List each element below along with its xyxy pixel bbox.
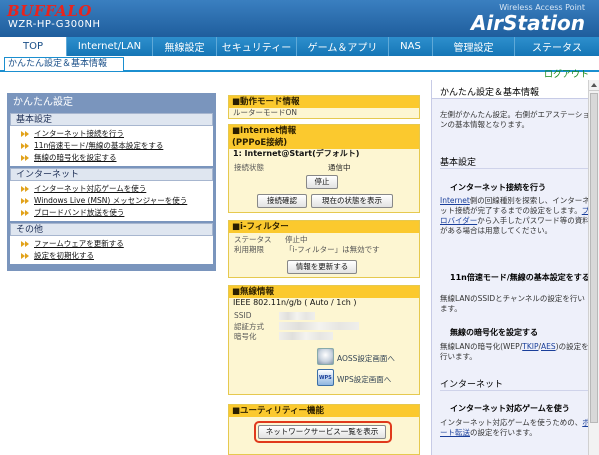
show-status-button[interactable]: 現在の状態を表示 (311, 194, 393, 208)
double-arrow-icon (21, 142, 29, 150)
ifilter-title: ■i-フィルター (229, 221, 419, 233)
help-item-games: インターネット対応ゲームを使う (450, 404, 570, 413)
quick-setup-panel: かんたん設定 基本設定 インターネット接続を行う 11n倍速モード/無線の基本設… (7, 93, 216, 271)
internet-info-panel: ■Internet情報 (PPPoE接続) 1: Internet@Start(… (228, 124, 420, 213)
mode-info-panel: ■動作モード情報 ルーターモードON (228, 95, 420, 119)
breadcrumb[interactable]: かんたん設定＆基本情報 (4, 57, 124, 71)
encryption-label: 暗号化 (234, 332, 257, 341)
conn-state-label: 接続状態 (234, 163, 264, 172)
scroll-thumb[interactable] (590, 93, 598, 423)
double-arrow-icon (21, 154, 29, 162)
help-sidebar: かんたん設定＆基本情報 左側がかんたん設定。右側がエアステーションの基本情報とな… (431, 80, 599, 455)
link-factory-reset[interactable]: 設定を初期化する (10, 250, 213, 262)
tab-game-apps[interactable]: ゲーム＆アプリ (297, 37, 389, 56)
connection-name: 1: Internet@Start(デフォルト) (233, 149, 360, 158)
help-item-encryption-text: 無線LANの暗号化(WEP/TKIP/AES)の設定を行います。 (440, 342, 589, 361)
tab-wireless[interactable]: 無線設定 (153, 37, 217, 56)
tab-nas[interactable]: NAS (389, 37, 433, 56)
double-arrow-icon (21, 130, 29, 138)
tab-status[interactable]: ステータス (515, 37, 599, 56)
double-arrow-icon (21, 252, 29, 260)
double-arrow-icon (21, 197, 29, 205)
tab-internet-lan[interactable]: Internet/LAN (67, 37, 153, 56)
help-sidebar-header: かんたん設定＆基本情報 (432, 80, 599, 99)
check-connection-button[interactable]: 接続確認 (257, 194, 307, 208)
help-item-internet-connect-text: Internet側の回線種別を探索し、インターネット接続が完了するまでの設定をし… (440, 196, 590, 235)
logout-link[interactable]: ログアウト (544, 67, 589, 80)
tab-admin[interactable]: 管理設定 (433, 37, 515, 56)
link-11n-wireless-basic[interactable]: 11n倍速モード/無線の基本設定をする (10, 140, 213, 152)
ifilter-period-label: 利用期限 (234, 245, 264, 254)
link-internet-connect[interactable]: インターネット接続を行う (10, 128, 213, 140)
double-arrow-icon (21, 240, 29, 248)
ssid-value-masked (279, 312, 315, 320)
wps-icon[interactable] (317, 369, 334, 386)
section-basic: 基本設定 (10, 113, 213, 126)
wireless-mode: IEEE 802.11n/g/b ( Auto / 1ch ) (233, 298, 357, 307)
help-section-internet: インターネット (440, 380, 504, 390)
help-item-encryption: 無線の暗号化を設定する (450, 328, 538, 337)
ssid-label: SSID (234, 311, 252, 320)
wireless-info-title: ■無線情報 (229, 286, 419, 298)
double-arrow-icon (21, 185, 29, 193)
help-divider (440, 168, 590, 169)
sidebar-scrollbar[interactable] (588, 80, 599, 455)
internet-info-subtitle: (PPPoE接続) (229, 137, 419, 149)
help-item-11n: 11n倍速モード/無線の基本設定をする (450, 273, 590, 282)
update-info-button[interactable]: 情報を更新する (287, 260, 357, 274)
internet-link[interactable]: Internet (440, 196, 470, 205)
internet-info-title: ■Internet情報 (229, 125, 419, 137)
airstation-logo: AirStation (470, 11, 585, 35)
help-intro: 左側がかんたん設定。右側がエアステーションの基本情報となります。 (440, 110, 590, 129)
mode-info-title: ■動作モード情報 (229, 96, 419, 108)
highlight-circle (254, 421, 392, 443)
link-online-games[interactable]: インターネット対応ゲームを使う (10, 183, 213, 195)
help-divider (440, 390, 590, 391)
help-section-basic: 基本設定 (440, 158, 477, 168)
link-firmware-update[interactable]: ファームウェアを更新する (10, 238, 213, 250)
stop-button[interactable]: 停止 (306, 175, 338, 189)
ifilter-panel: ■i-フィルター ステータス 停止中 利用期限 「i-フィルター」は無効です 情… (228, 220, 420, 278)
main-nav: TOP Internet/LAN 無線設定 セキュリティー ゲーム＆アプリ NA… (0, 37, 599, 56)
help-item-games-text: インターネット対応ゲームを使うための、ポート転送の設定を行います。 (440, 418, 590, 437)
section-other: その他 (10, 223, 213, 236)
router-admin-page: BUFFALO WZR-HP-G300NH Wireless Access Po… (0, 0, 599, 455)
encryption-value-masked (279, 332, 333, 340)
link-broadband-broadcast[interactable]: ブロードバンド放送を使う (10, 207, 213, 219)
aoss-settings-link[interactable]: AOSS設定画面へ (337, 353, 395, 364)
tkip-link[interactable]: TKIP (522, 342, 538, 351)
quick-setup-title: かんたん設定 (13, 97, 73, 108)
help-sidebar-title: かんたん設定＆基本情報 (440, 88, 540, 98)
link-wireless-encryption[interactable]: 無線の暗号化を設定する (10, 152, 213, 164)
section-basic-items: インターネット接続を行う 11n倍速モード/無線の基本設定をする 無線の暗号化を… (10, 126, 213, 166)
model-name: WZR-HP-G300NH (8, 19, 101, 30)
conn-state-value: 通信中 (328, 163, 351, 172)
scroll-up-icon[interactable] (589, 80, 599, 91)
section-internet: インターネット (10, 168, 213, 181)
tab-security[interactable]: セキュリティー (217, 37, 297, 56)
auth-value-masked (279, 322, 359, 330)
link-messenger[interactable]: Windows Live (MSN) メッセンジャーを使う (10, 195, 213, 207)
aes-link[interactable]: AES (541, 342, 556, 351)
utility-title: ■ユーティリティー機能 (229, 405, 419, 417)
help-item-11n-text: 無線LANのSSIDとチャンネルの設定を行います。 (440, 294, 585, 313)
tab-top[interactable]: TOP (0, 37, 67, 56)
section-other-items: ファームウェアを更新する 設定を初期化する (10, 236, 213, 264)
header-bar: BUFFALO WZR-HP-G300NH Wireless Access Po… (0, 0, 599, 37)
section-internet-items: インターネット対応ゲームを使う Windows Live (MSN) メッセンジ… (10, 181, 213, 221)
wps-settings-link[interactable]: WPS設定画面へ (337, 374, 391, 385)
help-item-internet-connect: インターネット接続を行う (450, 183, 546, 192)
mode-info-value: ルーターモードON (233, 108, 298, 117)
aoss-icon[interactable] (317, 348, 334, 365)
ifilter-period-value: 「i-フィルター」は無効です (285, 245, 380, 254)
wireless-info-panel: ■無線情報 IEEE 802.11n/g/b ( Auto / 1ch ) SS… (228, 285, 420, 395)
buffalo-logo: BUFFALO (7, 2, 92, 20)
double-arrow-icon (21, 209, 29, 217)
